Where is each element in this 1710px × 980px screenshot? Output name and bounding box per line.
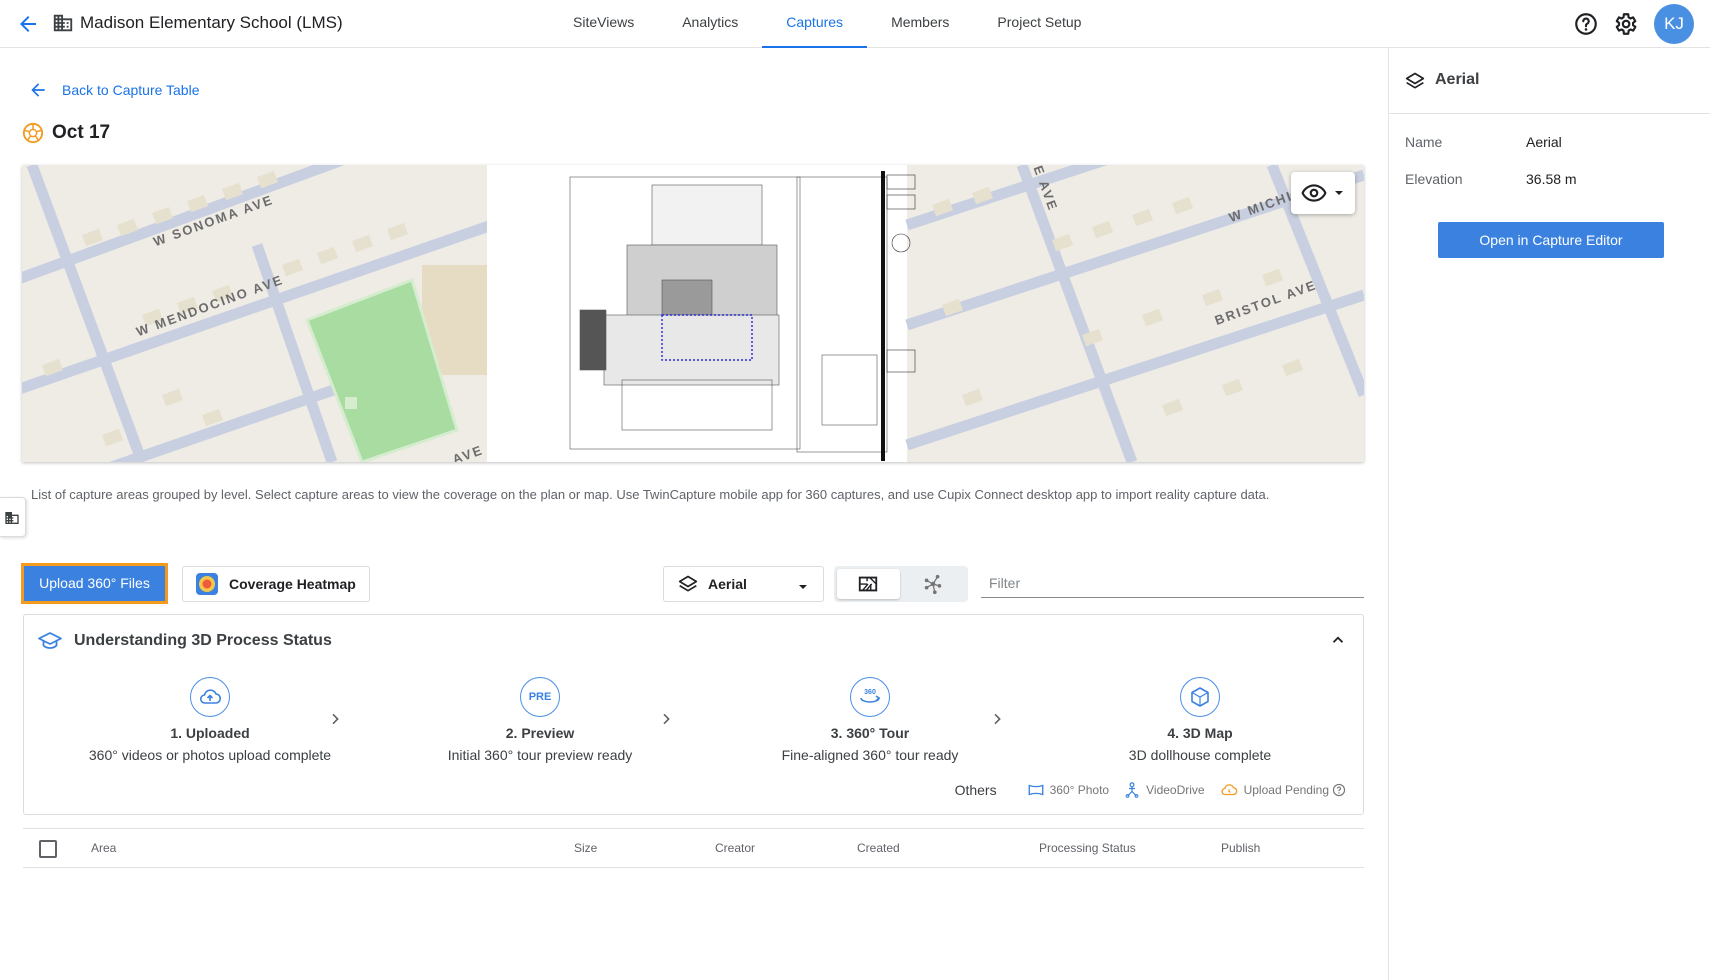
column-header-size[interactable]: Size xyxy=(574,841,597,855)
heatmap-label: Coverage Heatmap xyxy=(229,576,356,592)
svg-text:360: 360 xyxy=(864,689,876,696)
legend-others-label: Others xyxy=(954,782,997,798)
tab-captures[interactable]: Captures xyxy=(762,0,868,48)
capture-description: List of capture areas grouped by level. … xyxy=(31,487,1270,502)
layers-icon xyxy=(678,575,698,592)
chevron-right-icon xyxy=(332,713,339,725)
tab-analytics[interactable]: Analytics xyxy=(658,0,762,48)
process-step-360-tour: 360 3. 360° Tour Fine-aligned 360° tour … xyxy=(705,677,1035,763)
elevation-label: Elevation xyxy=(1405,171,1463,187)
name-value: Aerial xyxy=(1526,134,1562,150)
column-header-processing-status[interactable]: Processing Status xyxy=(1039,841,1136,855)
user-avatar[interactable]: KJ xyxy=(1654,4,1694,44)
gear-icon[interactable] xyxy=(1612,11,1638,37)
back-arrow-icon[interactable] xyxy=(16,12,40,36)
legend-upload-pending: Upload Pending xyxy=(1219,781,1351,799)
chevron-up-icon[interactable] xyxy=(1329,631,1347,649)
plan-view-button[interactable] xyxy=(837,569,900,599)
column-header-created[interactable]: Created xyxy=(857,841,900,855)
layer-detail-panel: Aerial Name Aerial Elevation 36.58 m Ope… xyxy=(1388,48,1710,980)
preview-badge-icon: PRE xyxy=(520,677,560,717)
layer-select-value: Aerial xyxy=(708,576,747,592)
eye-icon xyxy=(1301,184,1327,202)
caret-down-icon xyxy=(1335,191,1343,195)
process-step-3d-map: 4. 3D Map 3D dollhouse complete xyxy=(1035,677,1365,763)
step-title: 2. Preview xyxy=(505,725,575,741)
tab-members[interactable]: Members xyxy=(867,0,973,48)
help-icon[interactable] xyxy=(1332,783,1346,797)
step-subtitle: Fine-aligned 360° tour ready xyxy=(781,747,959,763)
layer-select[interactable]: Aerial xyxy=(663,566,824,602)
legend-videodrive: VideoDrive xyxy=(1123,781,1205,799)
help-icon[interactable] xyxy=(1573,11,1599,37)
capture-date: Oct 17 xyxy=(52,122,111,143)
step-title: 3. 360° Tour xyxy=(830,725,910,741)
side-panel-toggle[interactable] xyxy=(0,497,26,537)
network-icon xyxy=(924,574,942,595)
capture-header: Oct 17 xyxy=(22,122,110,144)
building-icon xyxy=(5,512,19,524)
status-legend: Others 360° Photo VideoDrive Upload Pend… xyxy=(955,781,1351,799)
upload-360-files-button[interactable]: Upload 360° Files xyxy=(21,563,168,604)
elevation-value: 36.58 m xyxy=(1526,171,1577,187)
back-link-label: Back to Capture Table xyxy=(62,82,200,98)
graduation-cap-icon xyxy=(38,632,62,649)
map-view[interactable]: W SONOMA AVE W MENDOCINO AVE W MICHIG BR… xyxy=(22,165,1364,462)
step-subtitle: 3D dollhouse complete xyxy=(1128,747,1272,763)
process-panel-title: Understanding 3D Process Status xyxy=(74,632,332,649)
column-header-creator[interactable]: Creator xyxy=(715,841,755,855)
step-title: 4. 3D Map xyxy=(1167,725,1233,741)
main-nav: SiteViews Analytics Captures Members Pro… xyxy=(549,0,1105,48)
legend-360-photo: 360° Photo xyxy=(1027,781,1109,799)
videodrive-icon xyxy=(1125,782,1139,798)
step-title: 1. Uploaded xyxy=(170,725,250,741)
back-arrow-icon xyxy=(31,83,45,97)
select-all-checkbox[interactable] xyxy=(39,840,57,858)
chevron-right-icon xyxy=(663,713,670,725)
project-title[interactable]: Madison Elementary School (LMS) xyxy=(80,13,343,33)
column-header-publish[interactable]: Publish xyxy=(1221,841,1260,855)
capture-table-header: Area Size Creator Created Processing Sta… xyxy=(23,828,1364,868)
top-bar: Madison Elementary School (LMS) SiteView… xyxy=(0,0,1710,48)
aperture-icon xyxy=(22,122,44,144)
step-subtitle: 360° videos or photos upload complete xyxy=(88,747,332,763)
caret-down-icon xyxy=(799,585,807,589)
coverage-heatmap-button[interactable]: Coverage Heatmap xyxy=(182,566,370,602)
heatmap-icon xyxy=(196,573,218,595)
view-mode-toggle xyxy=(834,566,968,602)
process-step-preview: PRE 2. Preview Initial 360° tour preview… xyxy=(375,677,705,763)
back-to-capture-table-link[interactable]: Back to Capture Table xyxy=(28,80,200,100)
layers-icon xyxy=(1405,72,1425,89)
building-icon xyxy=(53,14,73,32)
floorplan-icon xyxy=(858,576,878,592)
network-view-button[interactable] xyxy=(902,569,965,599)
filter-input[interactable] xyxy=(981,568,1364,598)
chevron-right-icon xyxy=(994,713,1001,725)
cloud-pending-icon xyxy=(1221,784,1237,796)
tab-siteviews[interactable]: SiteViews xyxy=(549,0,658,48)
tab-project-setup[interactable]: Project Setup xyxy=(973,0,1105,48)
step-subtitle: Initial 360° tour preview ready xyxy=(447,747,633,763)
process-step-uploaded: 1. Uploaded 360° videos or photos upload… xyxy=(45,677,375,763)
process-panel-header: Understanding 3D Process Status xyxy=(38,629,332,653)
cloud-upload-icon xyxy=(190,677,230,717)
layer-detail-header: Aerial xyxy=(1389,48,1710,114)
open-in-capture-editor-button[interactable]: Open in Capture Editor xyxy=(1438,222,1664,258)
360-tour-icon: 360 xyxy=(850,677,890,717)
process-status-panel: Understanding 3D Process Status 1. Uploa… xyxy=(23,614,1364,815)
visibility-toggle-button[interactable] xyxy=(1291,172,1355,214)
layer-detail-title: Aerial xyxy=(1435,71,1480,88)
name-label: Name xyxy=(1405,134,1443,150)
panorama-icon xyxy=(1028,784,1044,796)
column-header-area[interactable]: Area xyxy=(91,841,116,855)
cube-icon xyxy=(1180,677,1220,717)
